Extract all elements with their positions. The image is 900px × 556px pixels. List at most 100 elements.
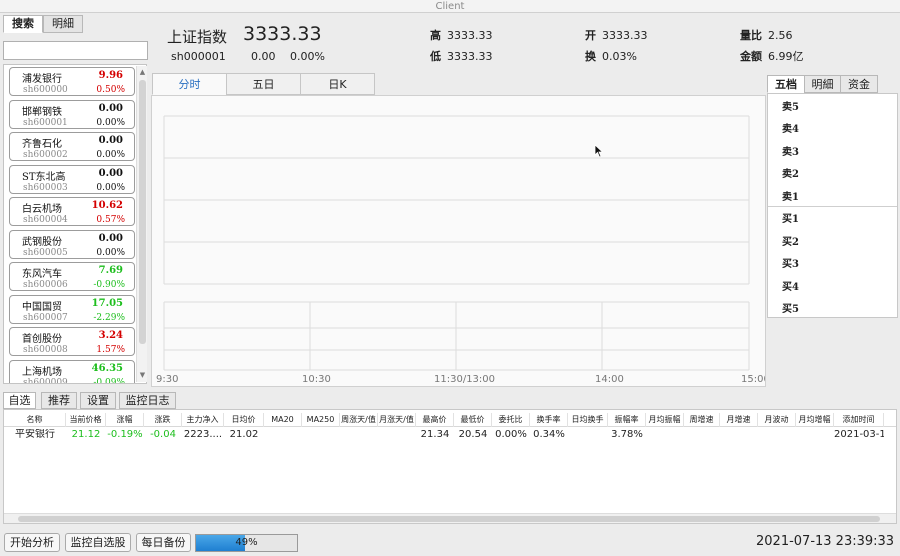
column-header[interactable]: 月均增幅 bbox=[796, 413, 834, 427]
stock-change-pct: -2.29% bbox=[93, 312, 125, 323]
stock-card[interactable]: ST东北高 0.00 sh600003 0.00% bbox=[9, 164, 135, 194]
column-header[interactable]: 涨跌 bbox=[144, 413, 182, 427]
tab-settings[interactable]: 设置 bbox=[80, 392, 116, 409]
column-header[interactable]: 振幅率 bbox=[608, 413, 646, 427]
stock-price: 46.35 bbox=[91, 362, 123, 374]
stock-code: sh600005 bbox=[23, 247, 68, 258]
stock-list-scrollbar[interactable]: ▲ ▼ bbox=[136, 66, 147, 382]
bid-level-4: 买4 bbox=[782, 282, 799, 293]
column-header[interactable]: 主力净入 bbox=[182, 413, 224, 427]
stock-code: sh600007 bbox=[23, 312, 68, 323]
column-header-name-sortable[interactable]: 名称 bbox=[4, 413, 66, 427]
stock-card[interactable]: 东风汽车 7.69 sh600006 -0.90% bbox=[9, 262, 135, 291]
stock-code: sh600006 bbox=[23, 280, 68, 290]
progress-bar: 49% bbox=[195, 534, 298, 552]
tab-five-levels[interactable]: 五档 bbox=[767, 75, 805, 93]
stock-card[interactable]: 中国国贸 17.05 sh600007 -2.29% bbox=[9, 294, 135, 324]
table-horizontal-scrollbar[interactable] bbox=[4, 513, 896, 523]
stock-card[interactable]: 上海机场 46.35 sh600009 -0.09% bbox=[9, 359, 135, 383]
column-header[interactable]: 周涨天/值 bbox=[340, 413, 378, 427]
column-header[interactable]: MA250 bbox=[302, 413, 340, 427]
mouse-cursor-icon bbox=[594, 144, 604, 158]
time-axis-label: 10:30 bbox=[302, 374, 331, 385]
stat-low: 低 3333.33 bbox=[430, 48, 493, 64]
table-cell bbox=[684, 429, 720, 441]
column-header[interactable]: 月均振幅 bbox=[646, 413, 684, 427]
column-header[interactable]: 周增速 bbox=[684, 413, 720, 427]
column-header[interactable]: 月波动 bbox=[758, 413, 796, 427]
stock-code: sh600003 bbox=[23, 182, 68, 193]
stat-turnover-label: 换 bbox=[585, 50, 596, 63]
bid-level-2: 买2 bbox=[782, 237, 799, 248]
stock-price: 7.69 bbox=[98, 265, 123, 276]
bid-level-3: 买3 bbox=[782, 259, 799, 270]
stock-price: 9.96 bbox=[98, 70, 123, 81]
table-cell bbox=[302, 429, 340, 441]
scroll-down-arrow-icon[interactable]: ▼ bbox=[138, 371, 147, 380]
tab-recommend[interactable]: 推荐 bbox=[41, 392, 77, 409]
column-header[interactable]: 涨幅 bbox=[106, 413, 144, 427]
scrollbar-thumb[interactable] bbox=[139, 80, 146, 344]
scroll-up-arrow-icon[interactable]: ▲ bbox=[138, 68, 147, 77]
search-input[interactable] bbox=[3, 41, 148, 60]
tab-intraday[interactable]: 分时 bbox=[152, 73, 227, 95]
start-analysis-button[interactable]: 开始分析 bbox=[4, 533, 60, 552]
stock-price: 0.00 bbox=[98, 102, 123, 114]
tab-watchlist[interactable]: 自选 bbox=[3, 392, 36, 409]
intraday-chart[interactable]: 9:30 10:30 11:30/13:00 14:00 15:00 bbox=[151, 95, 770, 387]
ask-level-4: 卖4 bbox=[782, 124, 799, 135]
table-cell bbox=[264, 429, 302, 441]
column-header[interactable]: 委托比 bbox=[492, 413, 530, 427]
table-cell: 21.12 bbox=[71, 429, 101, 440]
tab-ticks[interactable]: 明細 bbox=[804, 75, 841, 93]
stat-amount-label: 金额 bbox=[740, 50, 762, 63]
stock-card[interactable]: 白云机场 10.62 sh600004 0.57% bbox=[9, 197, 135, 226]
tab-daily-k[interactable]: 日K bbox=[300, 73, 375, 95]
tab-detail[interactable]: 明細 bbox=[43, 15, 83, 33]
stock-name: 白云机场 bbox=[22, 204, 62, 215]
window-title-bar: Client bbox=[0, 0, 900, 13]
bid-level-1: 买1 bbox=[782, 214, 799, 225]
stat-low-label: 低 bbox=[430, 50, 441, 63]
table-cell bbox=[758, 429, 796, 441]
column-header[interactable]: 日均价 bbox=[224, 413, 264, 427]
monitor-watchlist-button[interactable]: 监控自选股 bbox=[65, 533, 131, 552]
tab-five-day[interactable]: 五日 bbox=[226, 73, 301, 95]
stock-name: 浦发银行 bbox=[22, 74, 62, 85]
stat-turnover: 换 0.03% bbox=[585, 48, 637, 64]
column-header[interactable]: 换手率 bbox=[530, 413, 568, 427]
stat-open-label: 开 bbox=[585, 29, 596, 42]
column-header[interactable]: 最高价 bbox=[416, 413, 454, 427]
stock-code: sh600001 bbox=[23, 117, 68, 128]
scrollbar-thumb[interactable] bbox=[18, 516, 880, 522]
table-cell: 21.02 bbox=[229, 429, 259, 440]
table-cell bbox=[646, 429, 684, 441]
column-header[interactable]: 月涨天/值 bbox=[378, 413, 416, 427]
column-header[interactable]: 日均换手 bbox=[568, 413, 608, 427]
table-cell: -0.19% bbox=[107, 429, 143, 440]
window-title: Client bbox=[435, 1, 465, 12]
stock-code: sh600000 bbox=[23, 85, 68, 95]
stock-card[interactable]: 邯郸钢铁 0.00 sh600001 0.00% bbox=[9, 99, 135, 129]
time-axis-label: 9:30 bbox=[156, 374, 178, 385]
stock-card[interactable]: 武钢股份 0.00 sh600005 0.00% bbox=[9, 229, 135, 259]
column-header[interactable]: MA20 bbox=[264, 413, 302, 427]
table-cell: 2021-03-1... bbox=[834, 429, 884, 440]
index-change: 0.00 bbox=[251, 50, 276, 63]
stock-card[interactable]: 齐鲁石化 0.00 sh600002 0.00% bbox=[9, 132, 135, 161]
stat-open-value: 3333.33 bbox=[602, 29, 648, 42]
tab-monitor-log[interactable]: 监控日志 bbox=[119, 392, 176, 409]
column-header[interactable]: 当前价格 bbox=[66, 413, 106, 427]
stock-card[interactable]: 浦发银行 9.96 sh600000 0.50% bbox=[9, 67, 135, 96]
stock-price: 0.00 bbox=[98, 232, 123, 244]
tab-search[interactable]: 搜索 bbox=[3, 15, 43, 33]
table-cell: 2223.... bbox=[183, 429, 223, 440]
column-header[interactable]: 月增速 bbox=[720, 413, 758, 427]
column-header[interactable]: 最低价 bbox=[454, 413, 492, 427]
table-cell: 20.54 bbox=[458, 429, 488, 440]
stock-change-pct: 0.00% bbox=[96, 182, 125, 193]
stock-card[interactable]: 首创股份 3.24 sh600008 1.57% bbox=[9, 327, 135, 356]
daily-backup-button[interactable]: 每日备份 bbox=[136, 533, 191, 552]
tab-capital[interactable]: 资金 bbox=[840, 75, 878, 93]
column-header[interactable]: 添加时间 bbox=[834, 413, 884, 427]
